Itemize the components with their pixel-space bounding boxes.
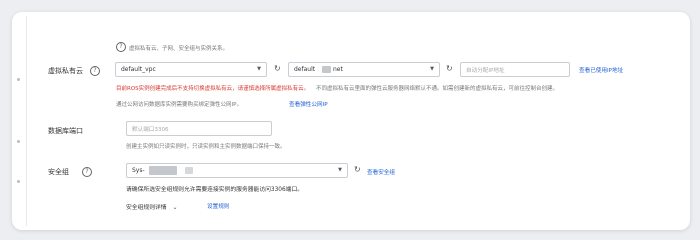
security-group-select[interactable]: Sys- ▼ [126,163,348,178]
refresh-icon[interactable]: ↻ [274,64,281,73]
vpc-help-icon[interactable]: ? [90,66,100,76]
security-group-label: 安全组 [48,168,69,176]
redacted-block [185,167,193,174]
settings-link[interactable]: 设置规则 [207,202,229,210]
port-label: 数据库端口 [48,127,83,135]
sg-rules-toggle[interactable]: 安全组规则详情 ⌄ [126,202,177,211]
header-hint: 虚拟私有云、子网、安全组与实例关系。 [129,46,229,52]
refresh-icon[interactable]: ↻ [354,165,361,174]
chevron-down-icon: ⌄ [172,204,178,211]
vpc-select-value: default_vpc [121,66,156,73]
help-icon[interactable]: ? [116,42,126,52]
subnet-select[interactable]: default net ▼ [288,62,440,77]
sg-help-icon[interactable]: ? [82,167,92,177]
bullet-dot [17,140,20,143]
view-eip-link[interactable]: 查看弹性公网IP [289,100,328,108]
bullet-dot [17,78,20,81]
chevron-down-icon: ▼ [430,66,434,72]
port-input[interactable]: 默认端口3306 [126,121,272,136]
bullet-dot [17,180,20,183]
redacted-block [149,166,177,175]
chevron-down-icon: ▼ [257,66,261,72]
subnet-select-value-suffix: net [333,66,343,73]
subnet-select-value-prefix: default [294,66,316,73]
ip-input-placeholder: 自动分配IP地址 [466,68,505,74]
vpc-info-text: 不同虚拟私有云里面的弹性云服务器网络默认不通。如需创建新的虚拟私有云，可前往控制… [316,86,559,92]
chevron-down-icon: ▼ [338,167,342,173]
view-used-ip-link[interactable]: 查看已使用IP地址 [579,66,623,74]
sg-warning: 请确保所选安全组规则允许需要连接实例的服务器能访问3306端口。 [126,187,304,193]
sg-rules-label: 安全组规则详情 [126,205,167,211]
port-input-placeholder: 默认端口3306 [132,127,169,133]
public-ip-hint: 通过公网访问数据库实例需要购买绑定弹性公网IP。 [116,102,242,108]
view-security-group-link[interactable]: 查看安全组 [367,168,395,176]
refresh-icon[interactable]: ↻ [446,64,453,73]
vpc-label: 虚拟私有云 [48,67,83,75]
vpc-error-text: 目前ROS实例创建完成后不支持切换虚拟私有云，请谨慎选择所属虚拟私有云。 [116,86,310,92]
form-card: ? 虚拟私有云、子网、安全组与实例关系。 虚拟私有云 ? default_vpc… [12,12,690,230]
vpc-select[interactable]: default_vpc ▼ [115,62,267,77]
ip-address-input[interactable]: 自动分配IP地址 [460,62,570,77]
port-hint: 创建主实例如只读实例时，只读实例和主实例数据端口保持一致。 [126,144,286,150]
divider [26,16,27,226]
redacted-block [322,66,331,73]
sg-select-value: Sys- [132,167,145,174]
